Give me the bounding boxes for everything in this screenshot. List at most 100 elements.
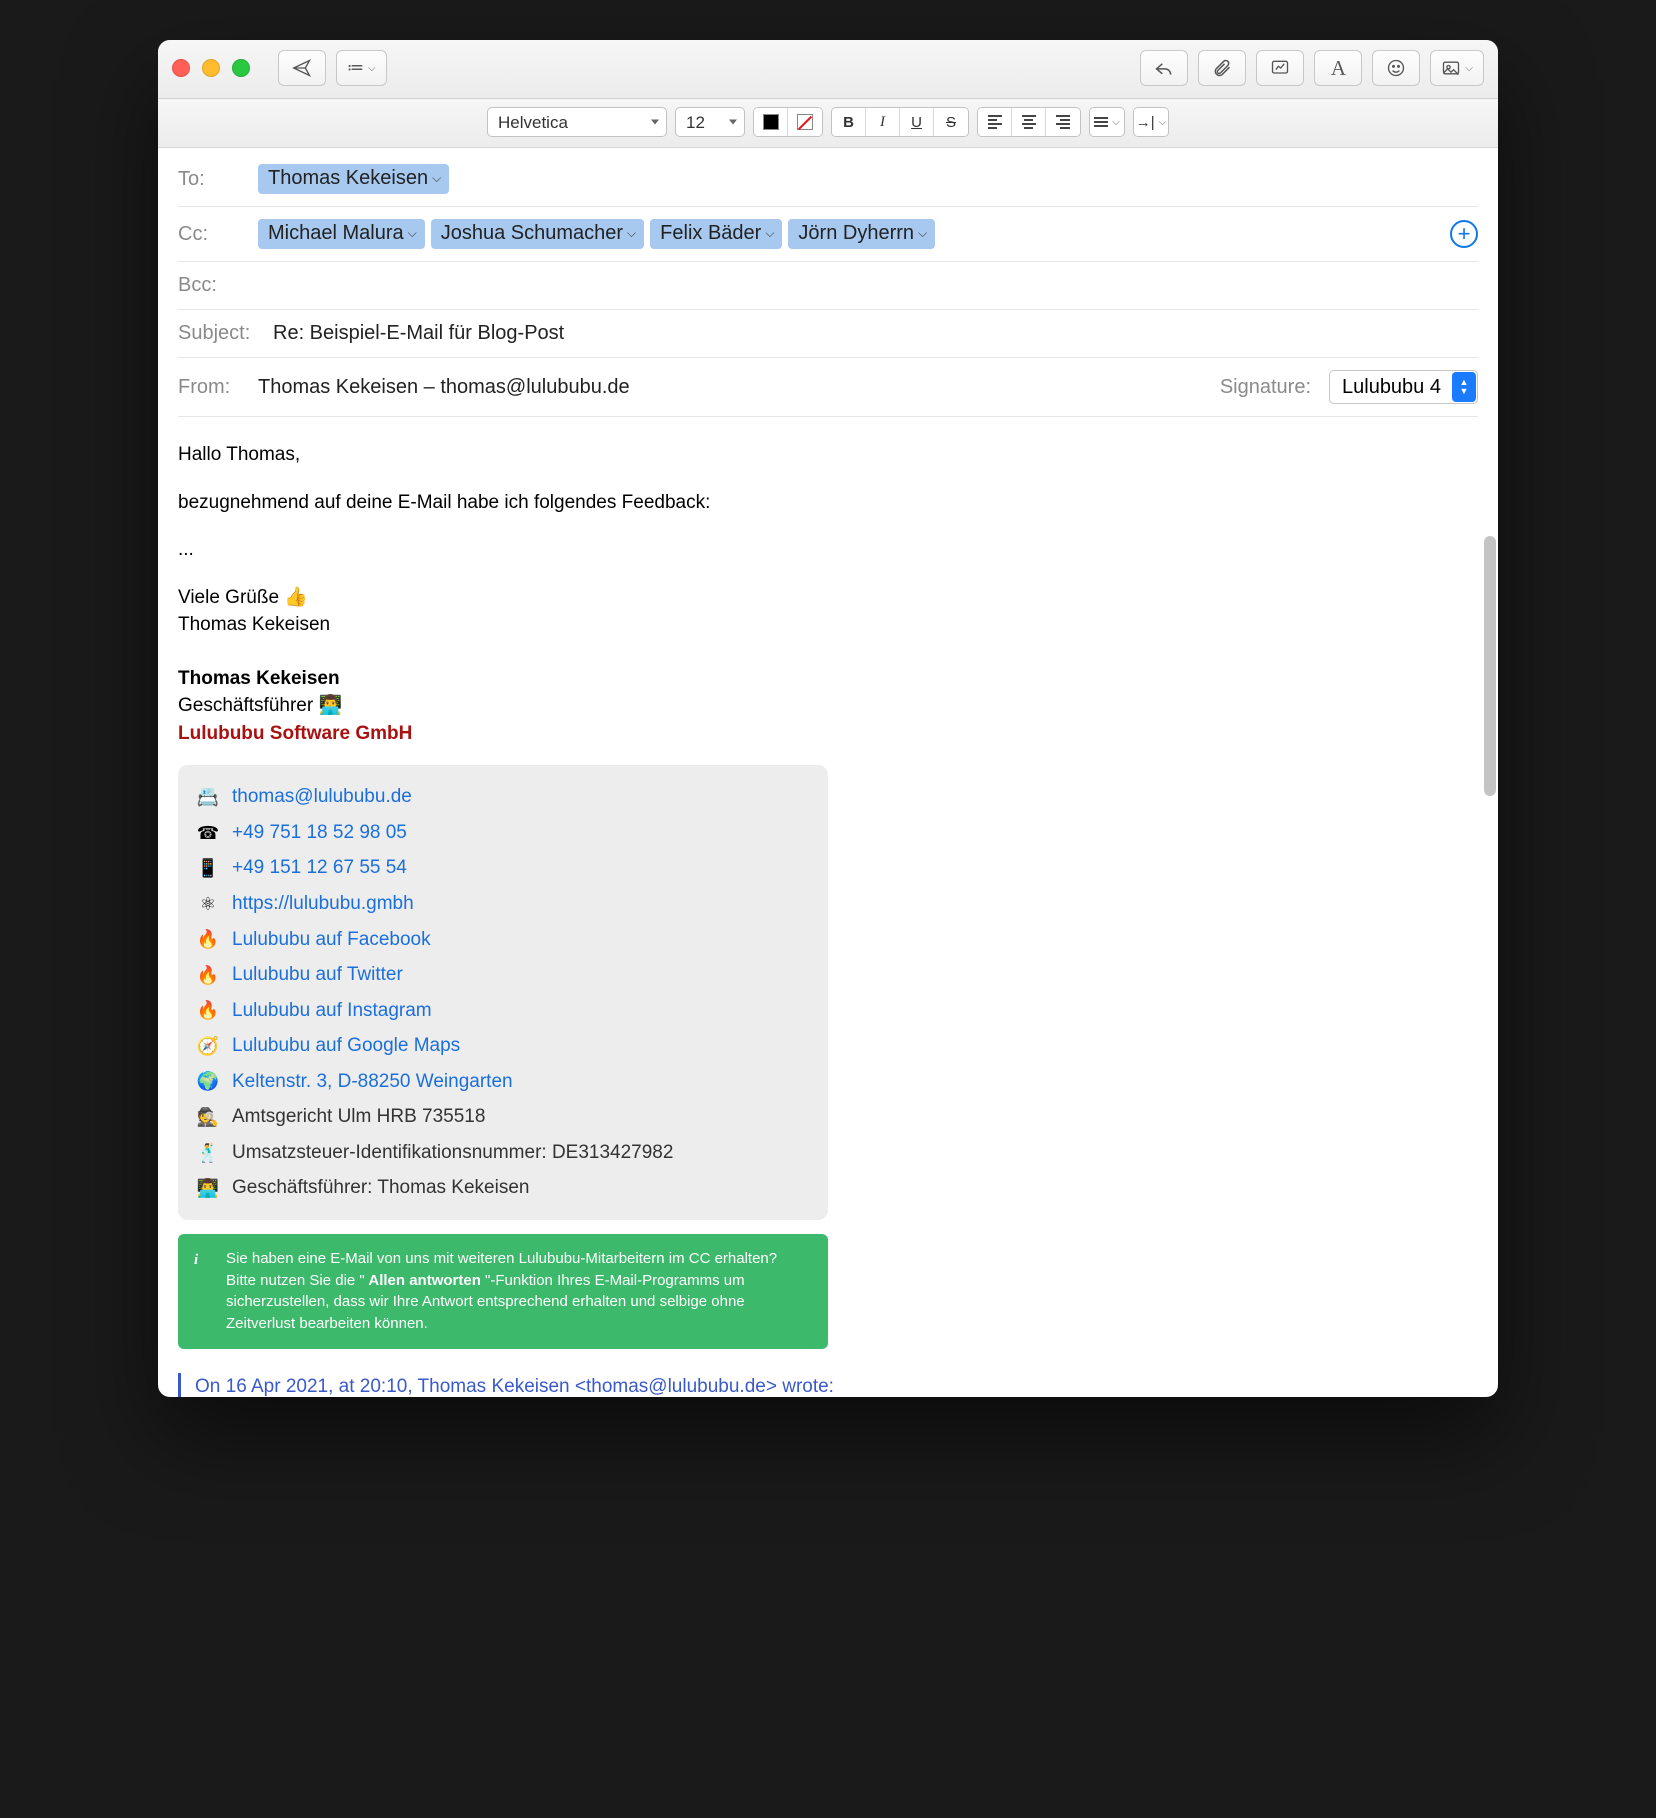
contact-row: 🔥 Lulububu auf Instagram	[196, 993, 810, 1029]
contact-text: Umsatzsteuer-Identifikationsnummer: DE31…	[232, 1139, 673, 1167]
contact-row: 🔥 Lulububu auf Facebook	[196, 922, 810, 958]
add-recipient-button[interactable]: +	[1450, 220, 1478, 248]
contact-icon: 🔥	[196, 926, 220, 952]
quoted-header: On 16 Apr 2021, at 20:10, Thomas Kekeise…	[178, 1373, 1478, 1397]
contact-row: 🔥 Lulububu auf Twitter	[196, 957, 810, 993]
bcc-label: Bcc:	[178, 274, 248, 297]
reply-button[interactable]	[1140, 50, 1188, 86]
align-center-button[interactable]	[1012, 108, 1046, 136]
contact-link[interactable]: thomas@lulububu.de	[232, 783, 412, 811]
signature-contact-box: 📇thomas@lulububu.de ☎ +49 751 18 52 98 05 📱…	[178, 765, 828, 1220]
from-value[interactable]: Thomas Kekeisen – thomas@lulububu.de	[258, 376, 630, 399]
contact-icon: 🕺	[196, 1140, 220, 1166]
info-icon: i	[194, 1250, 198, 1272]
contact-icon: 📱	[196, 855, 220, 881]
markup-button[interactable]	[1256, 50, 1304, 86]
to-row[interactable]: To: Thomas Kekeisen⌵	[178, 152, 1478, 207]
recipient-pill[interactable]: Jörn Dyherrn⌵	[788, 219, 935, 249]
font-family-select[interactable]: Helvetica	[487, 107, 667, 137]
contact-row: 👨‍💻 Geschäftsführer: Thomas Kekeisen	[196, 1170, 810, 1206]
contact-text: Amtsgericht Ulm HRB 735518	[232, 1103, 485, 1131]
contact-link[interactable]: +49 151 12 67 55 54	[232, 854, 407, 882]
contact-link[interactable]: Lulububu auf Facebook	[232, 926, 431, 954]
contact-icon: 🧭	[196, 1033, 220, 1059]
body-closing-name: Thomas Kekeisen	[178, 611, 1478, 639]
subject-label: Subject:	[178, 322, 263, 345]
text-color-button[interactable]	[754, 108, 788, 136]
contact-icon: ☎	[196, 820, 220, 846]
italic-button[interactable]: I	[866, 108, 900, 136]
traffic-lights	[172, 59, 250, 77]
cc-label: Cc:	[178, 223, 248, 246]
contact-row: ⚛ https://lulububu.gmbh	[196, 886, 810, 922]
contact-link[interactable]: Lulububu auf Google Maps	[232, 1032, 460, 1060]
minimize-window-button[interactable]	[202, 59, 220, 77]
contact-row: 📱 +49 151 12 67 55 54	[196, 850, 810, 886]
indent-group: →|⌵	[1133, 107, 1169, 137]
recipient-pill[interactable]: Michael Malura⌵	[258, 219, 425, 249]
titlebar: ≔⌵ A ⌵	[158, 40, 1498, 99]
signature-title: Geschäftsführer 👨‍💻	[178, 692, 1478, 720]
scrollbar[interactable]	[1482, 536, 1496, 1389]
signature-select[interactable]: Lulububu 4	[1329, 370, 1478, 404]
list-group: ⌵	[1089, 107, 1125, 137]
attach-button[interactable]	[1198, 50, 1246, 86]
subject-value: Re: Beispiel-E-Mail für Blog-Post	[273, 322, 564, 345]
zoom-window-button[interactable]	[232, 59, 250, 77]
reply-all-notice: i Sie haben eine E-Mail von uns mit weit…	[178, 1234, 828, 1349]
contact-icon: 🌍	[196, 1068, 220, 1094]
compose-window: ≔⌵ A ⌵ Helvetica 12	[158, 40, 1498, 1397]
send-button[interactable]	[278, 50, 326, 86]
font-size-select[interactable]: 12	[675, 107, 745, 137]
recipient-pill[interactable]: Joshua Schumacher⌵	[431, 219, 644, 249]
emoji-button[interactable]	[1372, 50, 1420, 86]
to-label: To:	[178, 168, 248, 191]
format-bar: Helvetica 12 B I U S ⌵ →|⌵	[158, 99, 1498, 148]
signature-name: Thomas Kekeisen	[178, 665, 1478, 693]
body-line1: bezugnehmend auf deine E-Mail habe ich f…	[178, 489, 1478, 517]
contact-link[interactable]: Lulububu auf Twitter	[232, 961, 403, 989]
contact-icon: ⚛	[196, 891, 220, 917]
body-ellipsis: ...	[178, 536, 1478, 564]
list-button[interactable]: ⌵	[1090, 108, 1124, 136]
message-headers: To: Thomas Kekeisen⌵ Cc: Michael Malura⌵…	[158, 148, 1498, 417]
contact-icon: 👨‍💻	[196, 1175, 220, 1201]
body-closing: Viele Grüße 👍	[178, 584, 1478, 612]
contact-row: 🌍 Keltenstr. 3, D-88250 Weingarten	[196, 1064, 810, 1100]
align-left-button[interactable]	[978, 108, 1012, 136]
subject-row[interactable]: Subject: Re: Beispiel-E-Mail für Blog-Po…	[178, 310, 1478, 358]
header-fields-menu-button[interactable]: ≔⌵	[336, 50, 387, 86]
scrollbar-thumb[interactable]	[1484, 536, 1496, 796]
contact-link[interactable]: Lulububu auf Instagram	[232, 997, 432, 1025]
close-window-button[interactable]	[172, 59, 190, 77]
signature-company: Lulububu Software GmbH	[178, 720, 1478, 748]
contact-row: ☎ +49 751 18 52 98 05	[196, 815, 810, 851]
indent-button[interactable]: →|⌵	[1134, 108, 1168, 136]
contact-icon: 🕵️	[196, 1104, 220, 1130]
contact-link[interactable]: https://lulububu.gmbh	[232, 890, 414, 918]
recipient-pill[interactable]: Felix Bäder⌵	[650, 219, 782, 249]
format-button[interactable]: A	[1314, 50, 1362, 86]
contact-row: 🧭 Lulububu auf Google Maps	[196, 1028, 810, 1064]
contact-row: 📇thomas@lulububu.de	[196, 779, 810, 815]
contact-text: Geschäftsführer: Thomas Kekeisen	[232, 1174, 529, 1202]
contact-row: 🕺 Umsatzsteuer-Identifikationsnummer: DE3…	[196, 1135, 810, 1171]
message-body[interactable]: Hallo Thomas, bezugnehmend auf deine E-M…	[158, 417, 1498, 1397]
contact-icon: 🔥	[196, 962, 220, 988]
bg-color-button[interactable]	[788, 108, 822, 136]
bcc-row[interactable]: Bcc:	[178, 262, 1478, 310]
color-group	[753, 107, 823, 137]
underline-button[interactable]: U	[900, 108, 934, 136]
align-right-button[interactable]	[1046, 108, 1080, 136]
bold-button[interactable]: B	[832, 108, 866, 136]
recipient-pill[interactable]: Thomas Kekeisen⌵	[258, 164, 449, 194]
contact-link[interactable]: Keltenstr. 3, D-88250 Weingarten	[232, 1068, 513, 1096]
quote-line: On 16 Apr 2021, at 20:10, Thomas Kekeise…	[195, 1376, 834, 1397]
contact-icon: 🔥	[196, 997, 220, 1023]
contact-link[interactable]: +49 751 18 52 98 05	[232, 819, 407, 847]
photo-browser-button[interactable]: ⌵	[1430, 50, 1484, 86]
align-group	[977, 107, 1081, 137]
from-label: From:	[178, 376, 248, 399]
strike-button[interactable]: S	[934, 108, 968, 136]
cc-row[interactable]: Cc: Michael Malura⌵Joshua Schumacher⌵Fel…	[178, 207, 1478, 262]
